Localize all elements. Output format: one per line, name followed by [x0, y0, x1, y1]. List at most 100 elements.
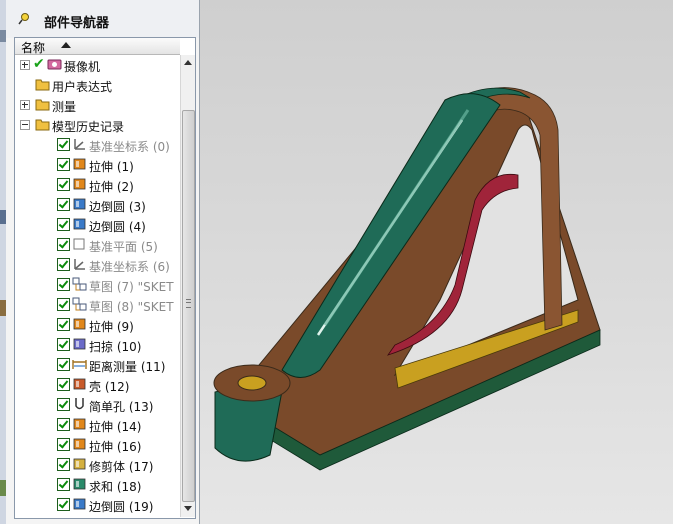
tree-row[interactable]: 基准坐标系 (6)	[15, 255, 180, 275]
feature-checkbox[interactable]	[57, 418, 70, 431]
tree-row[interactable]: 求和 (18)	[15, 475, 180, 495]
tree-row-label: 摄像机	[64, 60, 101, 74]
folder-icon	[35, 99, 50, 111]
extrude-icon	[73, 318, 86, 330]
tree-row-label: 边倒圆 (19)	[89, 500, 154, 514]
feature-checkbox[interactable]	[57, 178, 70, 191]
expand-toggle-icon[interactable]	[20, 60, 30, 70]
tree-row[interactable]: 距离测量 (11)	[15, 355, 180, 375]
tree-row-label: 测量	[52, 100, 77, 114]
collapse-toggle-icon[interactable]	[20, 120, 30, 130]
feature-checkbox[interactable]	[57, 338, 70, 351]
feature-checkbox[interactable]	[57, 278, 70, 291]
trim-body-icon	[73, 458, 86, 470]
tree-row[interactable]: 壳 (12)	[15, 375, 180, 395]
extrude-icon	[73, 418, 86, 430]
tree-row-label: 拉伸 (14)	[89, 420, 142, 434]
feature-checkbox[interactable]	[57, 458, 70, 471]
feature-checkbox[interactable]	[57, 478, 70, 491]
tree-row[interactable]: 拉伸 (9)	[15, 315, 180, 335]
tree-row[interactable]: 边倒圆 (19)	[15, 495, 180, 515]
tree-row[interactable]: 边倒圆 (4)	[15, 215, 180, 235]
tree-row-label: 草图 (7) "SKET	[89, 280, 174, 294]
feature-checkbox[interactable]	[57, 358, 70, 371]
tree-row-label: 基准平面 (5)	[89, 240, 158, 254]
extrude-icon	[73, 158, 86, 170]
tree-row-label: 简单孔 (13)	[89, 400, 154, 414]
sketch-icon	[72, 277, 87, 291]
tree-row[interactable]: 简单孔 (13)	[15, 395, 180, 415]
tree-row[interactable]: ✔ 摄像机	[15, 55, 180, 75]
part-model	[213, 87, 601, 471]
tree-row[interactable]: 基准坐标系 (0)	[15, 135, 180, 155]
tree-row[interactable]: 拉伸 (14)	[15, 415, 180, 435]
datum-plane-icon	[73, 238, 85, 250]
edge-blend-icon	[73, 498, 86, 510]
expand-toggle-icon[interactable]	[20, 100, 30, 110]
tree-row[interactable]: 修剪体 (17)	[15, 455, 180, 475]
feature-checkbox[interactable]	[57, 438, 70, 451]
tree-row[interactable]: 拉伸 (1)	[15, 155, 180, 175]
camera-icon	[47, 59, 62, 70]
feature-checkbox[interactable]	[57, 198, 70, 211]
tree-row-label: 拉伸 (2)	[89, 180, 134, 194]
shell-icon	[73, 378, 86, 390]
feature-checkbox[interactable]	[57, 258, 70, 271]
tree-row[interactable]: 用户表达式	[15, 75, 180, 95]
boss-hole	[237, 375, 267, 391]
tree-row[interactable]: 拉伸 (2)	[15, 175, 180, 195]
sort-ascending-icon	[61, 42, 71, 48]
feature-checkbox[interactable]	[57, 318, 70, 331]
unite-icon	[73, 478, 86, 490]
feature-checkbox[interactable]	[57, 378, 70, 391]
part-navigator-panel: 部件导航器 名称 ✔ 摄像机用户表达式测量模型历史记录基准坐标系 (0) 拉伸 (1…	[6, 0, 200, 524]
datum-csys-icon	[74, 139, 85, 150]
scrollbar-grip-icon	[186, 299, 191, 308]
tree-row[interactable]: 扫掠 (10)	[15, 335, 180, 355]
tree-row-label: 求和 (18)	[89, 480, 142, 494]
feature-checkbox[interactable]	[57, 158, 70, 171]
scroll-down-arrow-icon[interactable]	[184, 506, 192, 511]
tree-row-label: 用户表达式	[52, 80, 113, 94]
tree-row[interactable]: 草图 (8) "SKET	[15, 295, 180, 315]
folder-icon	[35, 79, 50, 91]
graphics-viewport[interactable]	[200, 0, 673, 524]
navigator-header: 部件导航器	[6, 0, 199, 38]
tree-row-label: 距离测量 (11)	[89, 360, 166, 374]
tree-row-label: 壳 (12)	[89, 380, 130, 394]
feature-checkbox[interactable]	[57, 238, 70, 251]
feature-checkbox[interactable]	[57, 498, 70, 511]
tree-row[interactable]: 草图 (7) "SKET	[15, 275, 180, 295]
visible-check-icon[interactable]: ✔	[33, 56, 45, 72]
tree-row[interactable]: 基准平面 (5)	[15, 235, 180, 255]
tree-row-label: 扫掠 (10)	[89, 340, 142, 354]
tree-row[interactable]: 边倒圆 (3)	[15, 195, 180, 215]
swept-icon	[73, 338, 86, 350]
feature-checkbox[interactable]	[57, 218, 70, 231]
vertical-scrollbar[interactable]	[180, 55, 195, 517]
tree-row[interactable]: 拉伸 (16)	[15, 435, 180, 455]
tree-row-label: 模型历史记录	[52, 120, 125, 134]
tree-row-label: 拉伸 (1)	[89, 160, 134, 174]
navigator-title: 部件导航器	[44, 16, 110, 31]
tree-row-label: 基准坐标系 (0)	[89, 140, 170, 154]
tree-row-label: 拉伸 (9)	[89, 320, 134, 334]
tree-row-label: 边倒圆 (4)	[89, 220, 146, 234]
pin-icon[interactable]	[18, 12, 31, 25]
folder-open-icon	[35, 119, 50, 131]
feature-checkbox[interactable]	[57, 398, 70, 411]
scroll-up-arrow-icon[interactable]	[184, 60, 192, 65]
tree-row[interactable]: 测量	[15, 95, 180, 115]
measure-distance-icon	[72, 360, 87, 369]
navigator-tree: 名称 ✔ 摄像机用户表达式测量模型历史记录基准坐标系 (0) 拉伸 (1) 拉伸 (2…	[14, 37, 196, 519]
tree-row-label: 修剪体 (17)	[89, 460, 154, 474]
tree-row-label: 边倒圆 (3)	[89, 200, 146, 214]
feature-checkbox[interactable]	[57, 298, 70, 311]
edge-blend-icon	[73, 198, 86, 210]
column-header[interactable]: 名称	[15, 38, 180, 55]
tree-row-label: 拉伸 (16)	[89, 440, 142, 454]
tree-row[interactable]: 模型历史记录	[15, 115, 180, 135]
feature-checkbox[interactable]	[57, 138, 70, 151]
scrollbar-thumb[interactable]	[182, 110, 195, 502]
datum-csys-icon	[74, 259, 85, 270]
